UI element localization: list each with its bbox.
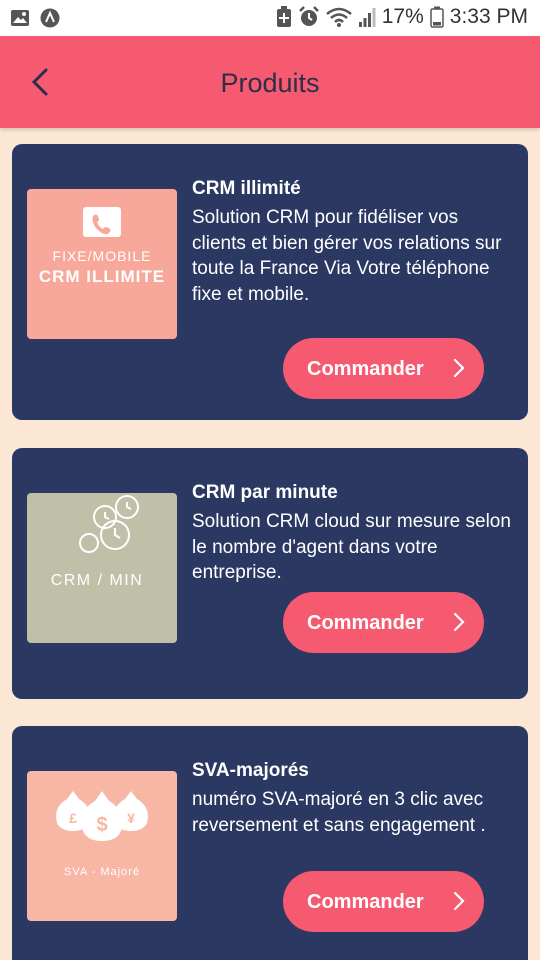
product-image-sva-majore: $ £ ¥ SVA - Majoré: [27, 771, 177, 921]
product-image-crm-illimite: FIXE/MOBILE CRM ILLIMITE: [27, 189, 177, 339]
commander-button-label: Commander: [307, 612, 424, 634]
signal-icon: [358, 6, 376, 28]
commander-button-label: Commander: [307, 358, 424, 380]
chevron-right-icon: [453, 891, 465, 911]
image-text-line1: FIXE/MOBILE: [53, 248, 152, 264]
commander-button-label: Commander: [307, 891, 424, 913]
status-bar: 17% 3:33 PM: [0, 0, 540, 36]
product-card-sva-majores: $ £ ¥ SVA - Majoré SVA-majorés numéro SV…: [12, 726, 528, 960]
page-title: Produits: [220, 68, 320, 98]
image-icon: [10, 8, 30, 28]
alarm-icon: [298, 6, 320, 28]
chevron-right-icon: [453, 612, 465, 632]
battery-percent: 17%: [381, 5, 424, 28]
product-card-crm-par-minute: CRM / MIN CRM par minute Solution CRM cl…: [12, 448, 528, 699]
product-description: numéro SVA-majoré en 3 clic avec reverse…: [192, 789, 486, 836]
product-title: CRM par minute: [192, 482, 338, 503]
clock-time: 3:33 PM: [449, 5, 528, 28]
product-card-crm-illimite: FIXE/MOBILE CRM ILLIMITE CRM illimité So…: [12, 144, 528, 420]
clocks-icon: [79, 495, 139, 553]
svg-text:¥: ¥: [127, 810, 135, 826]
image-text-line2: CRM ILLIMITE: [39, 267, 165, 286]
battery-icon: [430, 6, 444, 28]
commander-button[interactable]: Commander: [283, 871, 484, 932]
app-bar: Produits: [0, 36, 540, 128]
svg-text:£: £: [69, 810, 77, 826]
battery-saver-icon: [276, 6, 292, 28]
phone-icon: [83, 207, 121, 237]
app-a-icon: [40, 8, 60, 28]
product-description: Solution CRM pour fidéliser vos clients …: [192, 207, 502, 305]
image-text-line1: SVA - Majoré: [64, 866, 140, 878]
product-image-crm-min: CRM / MIN: [27, 493, 177, 643]
wifi-icon: [325, 6, 352, 28]
chevron-right-icon: [453, 358, 465, 378]
product-title: SVA-majorés: [192, 760, 309, 781]
commander-button[interactable]: Commander: [283, 338, 484, 399]
commander-button[interactable]: Commander: [283, 592, 484, 653]
svg-text:$: $: [96, 814, 107, 836]
product-title: CRM illimité: [192, 178, 301, 199]
product-description: Solution CRM cloud sur mesure selon le n…: [192, 511, 511, 583]
image-text-line1: CRM / MIN: [51, 572, 144, 589]
